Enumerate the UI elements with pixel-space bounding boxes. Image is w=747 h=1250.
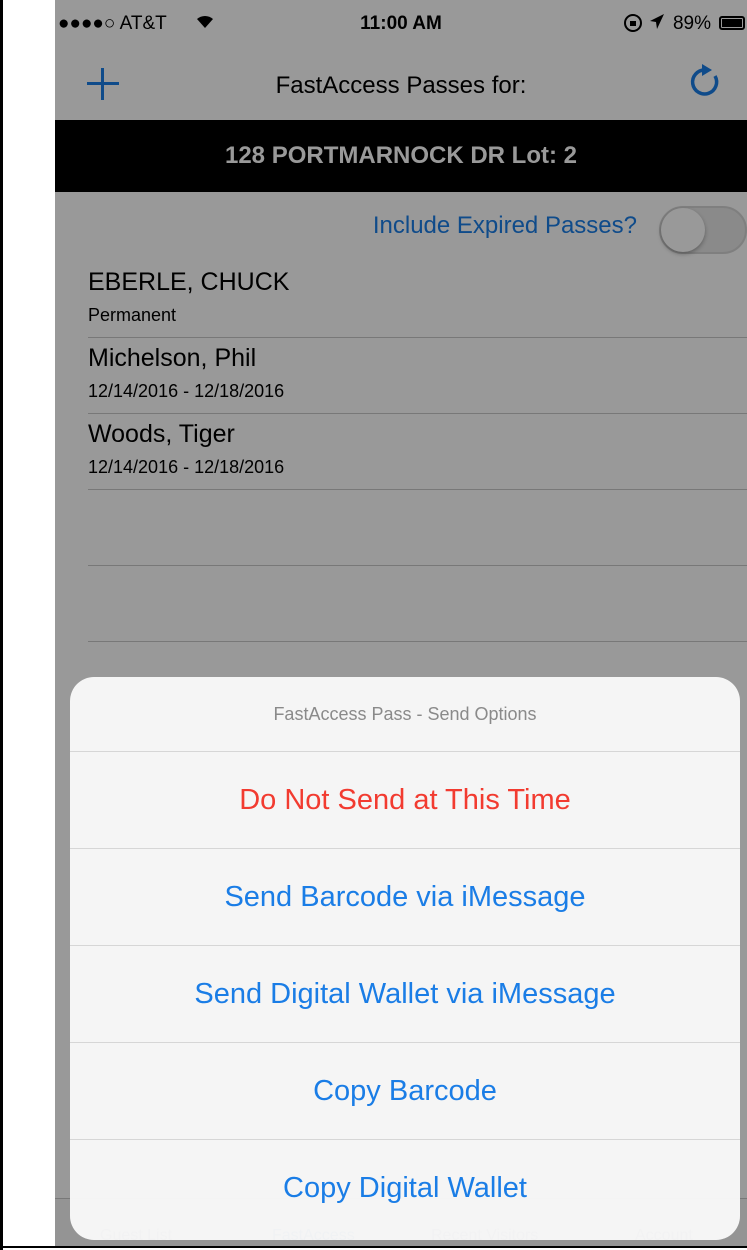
screenshot-border-left <box>0 0 3 1250</box>
copy-wallet-button[interactable]: Copy Digital Wallet <box>70 1140 740 1237</box>
action-sheet-title: FastAccess Pass - Send Options <box>70 677 740 752</box>
phone-screen: ●●●●○ AT&T 11:00 AM 89% FastAccess Passe… <box>55 0 747 1246</box>
do-not-send-button[interactable]: Do Not Send at This Time <box>70 752 740 849</box>
send-barcode-imessage-button[interactable]: Send Barcode via iMessage <box>70 849 740 946</box>
copy-barcode-button[interactable]: Copy Barcode <box>70 1043 740 1140</box>
send-options-action-sheet: FastAccess Pass - Send Options Do Not Se… <box>70 677 740 1240</box>
send-wallet-imessage-button[interactable]: Send Digital Wallet via iMessage <box>70 946 740 1043</box>
screenshot-border-bottom <box>0 1246 747 1248</box>
